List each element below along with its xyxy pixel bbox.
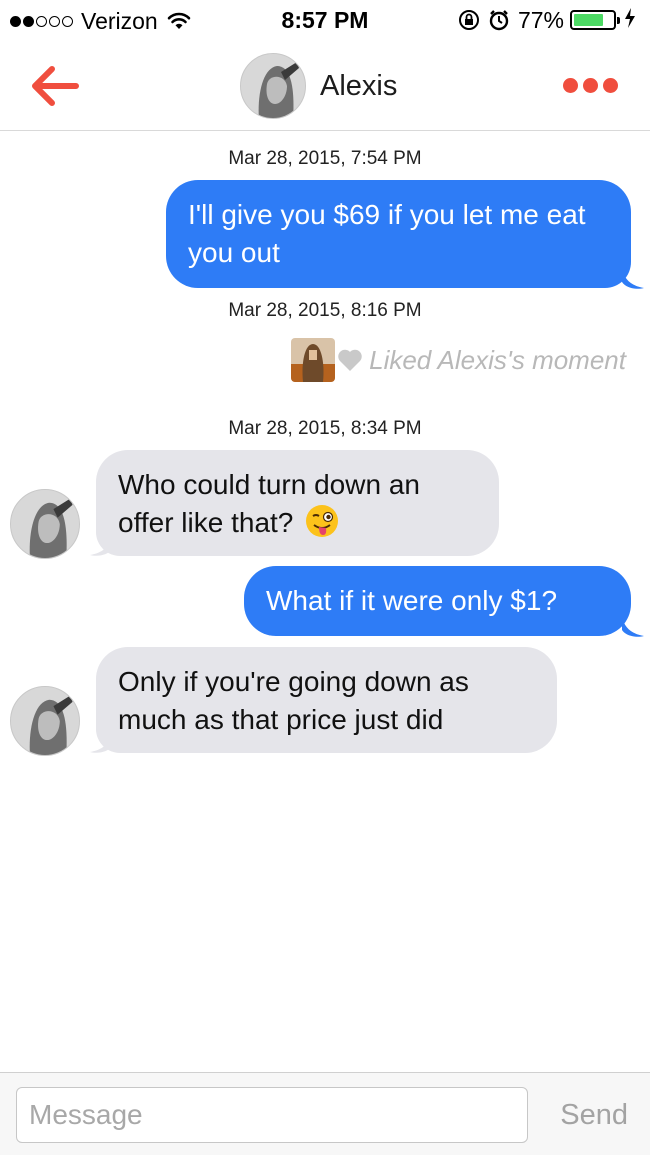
battery-icon [570,10,620,30]
message-text: Only if you're going down as much as tha… [118,666,469,735]
message-input[interactable] [16,1087,528,1143]
charging-bolt-icon [624,7,636,33]
contact-header[interactable]: Alexis [240,51,397,121]
moment-thumbnail[interactable] [291,338,336,382]
heart-icon [338,349,362,371]
incoming-message[interactable]: Who could turn down an offer like that? [96,450,499,556]
back-button[interactable] [28,64,82,108]
timestamp: Mar 28, 2015, 7:54 PM [228,148,422,169]
more-dots-icon [563,78,578,93]
outgoing-message[interactable]: What if it were only $1? [244,566,631,636]
liked-moment-text: Liked Alexis's moment [369,344,626,375]
message-text: I'll give you $69 if you let me eat you … [188,199,586,268]
contact-name: Alexis [320,69,398,102]
winking-tongue-emoji [306,505,339,537]
contact-avatar[interactable] [10,686,80,756]
bubble-tail [622,268,644,289]
status-right: 77% [458,7,636,33]
more-options-button[interactable] [558,78,618,93]
back-arrow-icon [32,66,79,106]
message-text: What if it were only $1? [266,585,558,616]
timestamp: Mar 28, 2015, 8:16 PM [228,300,422,321]
alarm-icon [488,9,510,31]
contact-avatar[interactable] [240,53,306,119]
incoming-message[interactable]: Only if you're going down as much as tha… [96,647,557,753]
bubble-tail [622,616,644,637]
liked-moment-notice[interactable]: Liked Alexis's moment [291,338,626,382]
nav-bar: Alexis [0,44,650,131]
message-composer: Send [0,1072,650,1155]
timestamp: Mar 28, 2015, 8:34 PM [228,418,422,439]
contact-avatar[interactable] [10,489,80,559]
status-bar: Verizon 8:57 PM 77% [0,0,650,42]
message-text: Who could turn down an offer like that? [118,469,420,538]
rotation-lock-icon [458,9,480,31]
battery-percent: 77% [517,6,564,33]
send-button[interactable]: Send [560,1099,628,1132]
outgoing-message[interactable]: I'll give you $69 if you let me eat you … [166,180,631,288]
